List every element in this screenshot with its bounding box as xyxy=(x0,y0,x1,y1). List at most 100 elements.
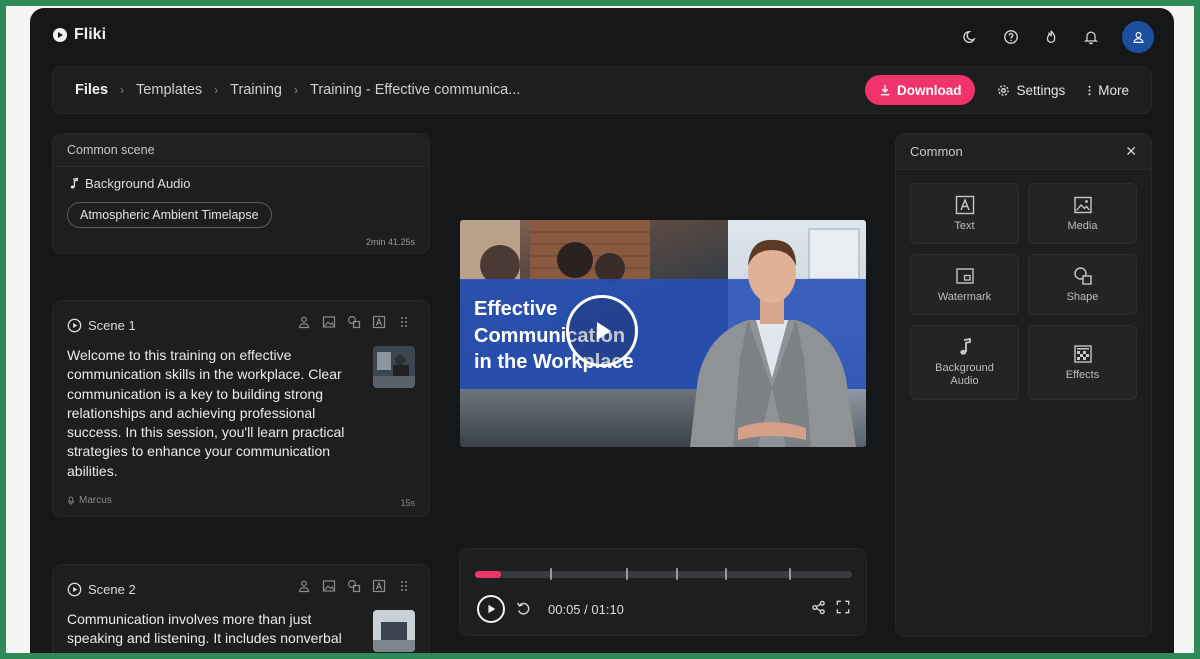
playback-controls: 00:05 / 01:10 xyxy=(459,548,867,636)
breadcrumb-training[interactable]: Training xyxy=(230,82,282,98)
gear-icon xyxy=(998,84,1010,96)
tile-label: Text xyxy=(954,219,975,232)
image-icon[interactable] xyxy=(322,315,336,329)
notification-bell-icon[interactable] xyxy=(1082,28,1100,46)
download-label: Download xyxy=(896,82,962,98)
effects-checker-icon xyxy=(1073,344,1092,363)
play-icon xyxy=(488,604,496,614)
dark-mode-moon-icon[interactable] xyxy=(962,28,980,46)
video-preview[interactable]: Effective Communication in the Workplace xyxy=(460,220,866,447)
shapes-icon[interactable] xyxy=(347,579,361,593)
image-icon xyxy=(1073,196,1092,213)
replay-icon xyxy=(517,602,530,615)
video-play-button[interactable] xyxy=(566,295,638,367)
play-circle-icon[interactable] xyxy=(67,318,82,333)
scene-marker[interactable] xyxy=(550,568,552,580)
scene-thumbnail-image xyxy=(373,610,415,652)
app-name: Fliki xyxy=(74,26,107,43)
download-button[interactable]: Download xyxy=(864,75,976,105)
shapes-icon[interactable] xyxy=(347,315,361,329)
element-tiles: Text Media Watermark Shape Background Au… xyxy=(910,183,1137,400)
common-scene-title: Common scene xyxy=(53,134,429,167)
breadcrumb-files[interactable]: Files xyxy=(75,82,108,98)
fullscreen-icon xyxy=(836,600,850,614)
scene-marker[interactable] xyxy=(789,568,791,580)
scene-label: Scene 2 xyxy=(88,582,136,597)
chevron-right-icon: › xyxy=(294,83,298,97)
breadcrumb-bar: Files › Templates › Training › Training … xyxy=(52,66,1152,114)
tile-effects[interactable]: Effects xyxy=(1028,325,1137,400)
scene-card-1[interactable]: Scene 1 Welcome to this training on effe… xyxy=(52,300,430,517)
app-logo[interactable]: Fliki xyxy=(52,26,106,44)
play-button[interactable] xyxy=(477,595,505,623)
breadcrumb-templates[interactable]: Templates xyxy=(136,82,202,98)
music-note-icon xyxy=(959,337,971,355)
watermark-icon xyxy=(955,267,974,284)
scene-marker[interactable] xyxy=(725,568,727,580)
fire-icon[interactable] xyxy=(1042,28,1060,46)
tile-label: Shape xyxy=(1066,290,1099,303)
scene-thumbnail[interactable] xyxy=(373,610,415,652)
scene-marker[interactable] xyxy=(626,568,628,580)
music-note-icon xyxy=(70,177,78,189)
settings-button[interactable]: Settings xyxy=(997,83,1065,98)
avatar-person-icon[interactable] xyxy=(297,315,311,329)
text-box-icon[interactable] xyxy=(372,315,386,329)
breadcrumb-current-file[interactable]: Training - Effective communica... xyxy=(310,82,520,98)
scene-marker[interactable] xyxy=(676,568,678,580)
scene-voice[interactable]: Marcus xyxy=(67,495,112,506)
text-box-icon[interactable] xyxy=(372,579,386,593)
tile-watermark[interactable]: Watermark xyxy=(910,254,1019,315)
tile-media[interactable]: Media xyxy=(1028,183,1137,244)
help-icon[interactable] xyxy=(1002,28,1020,46)
user-icon xyxy=(1132,31,1144,43)
tile-background-audio[interactable]: Background Audio xyxy=(910,325,1019,400)
more-button[interactable]: More xyxy=(1087,83,1129,98)
tile-text[interactable]: Text xyxy=(910,183,1019,244)
chevron-right-icon: › xyxy=(120,83,125,97)
play-circle-icon[interactable] xyxy=(67,582,82,597)
scene-script-text[interactable]: Welcome to this training on effective co… xyxy=(67,346,359,481)
background-audio-label: Background Audio xyxy=(85,176,191,191)
timeline-scrubber[interactable] xyxy=(475,568,852,580)
drag-handle-icon[interactable] xyxy=(397,315,411,329)
background-audio-row: Background Audio xyxy=(69,176,191,191)
breadcrumb: Files › Templates › Training › Training … xyxy=(75,82,520,98)
avatar-person-icon[interactable] xyxy=(297,579,311,593)
common-scene-card[interactable]: Common scene Background Audio Atmospheri… xyxy=(52,133,430,254)
top-toolbar xyxy=(962,21,1154,53)
scene-header: Scene 1 xyxy=(67,318,136,333)
close-icon[interactable]: ✕ xyxy=(1125,143,1137,160)
scene-card-2[interactable]: Scene 2 Communication involves more than… xyxy=(52,564,430,653)
scene-tools xyxy=(297,579,411,593)
microphone-icon xyxy=(67,495,75,505)
scene-script-text[interactable]: Communication involves more than just sp… xyxy=(67,610,359,649)
chevron-right-icon: › xyxy=(214,83,219,97)
panel-title: Common xyxy=(910,144,963,159)
user-avatar[interactable] xyxy=(1122,21,1154,53)
image-icon[interactable] xyxy=(322,579,336,593)
common-elements-panel: Common ✕ Text Media Watermark Shape Back… xyxy=(895,133,1152,637)
app-window: Fliki Files › Templates › Training › Tra… xyxy=(30,8,1174,653)
share-icon xyxy=(812,600,825,615)
tile-label: Background Audio xyxy=(935,362,994,387)
scene-thumbnail-image xyxy=(373,346,415,388)
presenter-avatar xyxy=(690,239,856,447)
tile-label: Media xyxy=(1067,219,1098,232)
file-actions: Download Settings More xyxy=(864,75,1129,105)
tile-label: Effects xyxy=(1065,368,1100,381)
scene-thumbnail[interactable] xyxy=(373,346,415,388)
scene-tools xyxy=(297,315,411,329)
shapes-icon xyxy=(1073,266,1092,285)
download-icon xyxy=(880,84,890,96)
tile-shape[interactable]: Shape xyxy=(1028,254,1137,315)
scene-duration: 15s xyxy=(400,498,415,508)
drag-handle-icon[interactable] xyxy=(397,579,411,593)
fullscreen-button[interactable] xyxy=(836,600,850,619)
audio-track-chip[interactable]: Atmospheric Ambient Timelapse xyxy=(67,202,272,228)
playback-time: 00:05 / 01:10 xyxy=(548,602,624,617)
replay-button[interactable] xyxy=(515,600,532,622)
scene-label: Scene 1 xyxy=(88,318,136,333)
voice-name: Marcus xyxy=(79,495,112,506)
share-button[interactable] xyxy=(811,600,826,620)
